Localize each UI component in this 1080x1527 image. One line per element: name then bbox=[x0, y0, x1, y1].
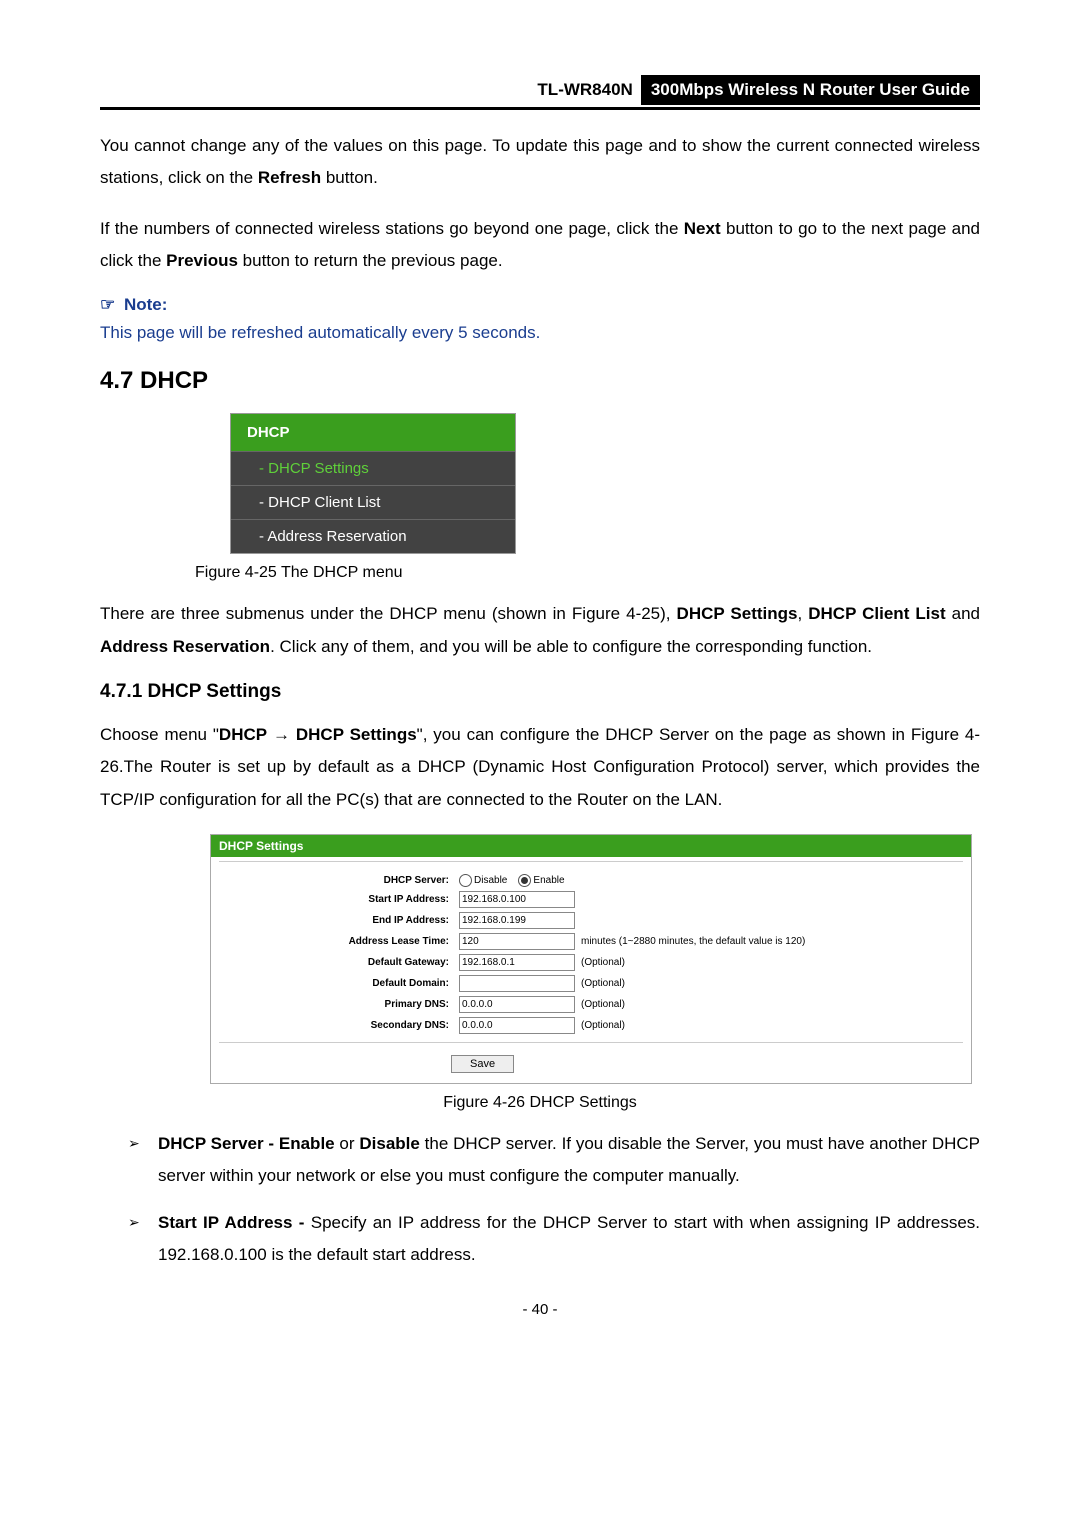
note-body: This page will be refreshed automaticall… bbox=[100, 317, 980, 349]
text: Choose menu " bbox=[100, 725, 219, 744]
hint-text: (Optional) bbox=[581, 999, 625, 1010]
paragraph: There are three submenus under the DHCP … bbox=[100, 598, 980, 663]
bullet-list: DHCP Server - Enable or Disable the DHCP… bbox=[100, 1128, 980, 1271]
figure-caption: Figure 4-25 The DHCP menu bbox=[195, 564, 980, 582]
hint-text: (Optional) bbox=[581, 978, 625, 989]
subsection-heading: 4.7.1 DHCP Settings bbox=[100, 681, 980, 703]
hint-text: minutes (1~2880 minutes, the default val… bbox=[581, 936, 805, 947]
start-ip-input[interactable] bbox=[459, 891, 575, 908]
text-bold: DHCP bbox=[219, 725, 267, 744]
settings-title: DHCP Settings bbox=[211, 835, 971, 857]
text-bold: Refresh bbox=[258, 168, 321, 187]
text: button to return the previous page. bbox=[238, 251, 503, 270]
radio-label: Disable bbox=[474, 875, 507, 886]
pointer-icon: ☞ bbox=[100, 295, 115, 314]
radio-disable[interactable] bbox=[459, 874, 472, 887]
save-button[interactable]: Save bbox=[451, 1055, 514, 1073]
figure-caption: Figure 4-26 DHCP Settings bbox=[100, 1094, 980, 1112]
text: , bbox=[798, 604, 809, 623]
page-header: TL-WR840N 300Mbps Wireless N Router User… bbox=[100, 75, 980, 110]
text: button. bbox=[321, 168, 378, 187]
menu-title: DHCP bbox=[231, 414, 515, 451]
text-bold: Next bbox=[684, 219, 721, 238]
field-label: Secondary DNS: bbox=[219, 1020, 459, 1031]
field-label: Default Gateway: bbox=[219, 957, 459, 968]
text: → bbox=[267, 725, 296, 744]
dhcp-settings-figure: DHCP Settings DHCP Server: Disable Enabl… bbox=[210, 834, 972, 1084]
text-bold: Start IP Address - bbox=[158, 1213, 304, 1232]
paragraph: Choose menu "DHCP → DHCP Settings", you … bbox=[100, 719, 980, 816]
dhcp-menu-figure: DHCP - DHCP Settings - DHCP Client List … bbox=[230, 413, 516, 554]
field-label: Default Domain: bbox=[219, 978, 459, 989]
text: or bbox=[335, 1134, 360, 1153]
list-item: Start IP Address - Specify an IP address… bbox=[128, 1207, 980, 1272]
text: and bbox=[946, 604, 980, 623]
note-label: Note: bbox=[124, 295, 167, 314]
page-number: - 40 - bbox=[100, 1301, 980, 1318]
radio-enable[interactable] bbox=[518, 874, 531, 887]
header-model: TL-WR840N bbox=[537, 80, 640, 100]
menu-item: - DHCP Client List bbox=[231, 485, 515, 519]
section-heading: 4.7 DHCP bbox=[100, 367, 980, 395]
paragraph: If the numbers of connected wireless sta… bbox=[100, 213, 980, 278]
text: . Click any of them, and you will be abl… bbox=[270, 637, 872, 656]
field-label: Start IP Address: bbox=[219, 894, 459, 905]
hint-text: (Optional) bbox=[581, 957, 625, 968]
field-label: End IP Address: bbox=[219, 915, 459, 926]
text-bold: DHCP Client List bbox=[808, 604, 945, 623]
domain-input[interactable] bbox=[459, 975, 575, 992]
text-bold: Previous bbox=[166, 251, 238, 270]
header-guide: 300Mbps Wireless N Router User Guide bbox=[641, 75, 980, 105]
text: If the numbers of connected wireless sta… bbox=[100, 219, 684, 238]
text: There are three submenus under the DHCP … bbox=[100, 604, 677, 623]
field-label: DHCP Server: bbox=[219, 875, 459, 886]
paragraph: You cannot change any of the values on t… bbox=[100, 130, 980, 195]
gateway-input[interactable] bbox=[459, 954, 575, 971]
note-heading: ☞ Note: bbox=[100, 295, 980, 315]
menu-item: - Address Reservation bbox=[231, 519, 515, 553]
secondary-dns-input[interactable] bbox=[459, 1017, 575, 1034]
field-value: Disable Enable bbox=[459, 874, 573, 887]
text-bold: DHCP Settings bbox=[296, 725, 417, 744]
field-label: Address Lease Time: bbox=[219, 936, 459, 947]
field-label: Primary DNS: bbox=[219, 999, 459, 1010]
hint-text: (Optional) bbox=[581, 1020, 625, 1031]
text-bold: DHCP Server - Enable bbox=[158, 1134, 335, 1153]
end-ip-input[interactable] bbox=[459, 912, 575, 929]
primary-dns-input[interactable] bbox=[459, 996, 575, 1013]
text-bold: Address Reservation bbox=[100, 637, 270, 656]
text: You cannot change any of the values on t… bbox=[100, 136, 980, 187]
list-item: DHCP Server - Enable or Disable the DHCP… bbox=[128, 1128, 980, 1193]
radio-label: Enable bbox=[533, 875, 564, 886]
menu-item: - DHCP Settings bbox=[231, 451, 515, 485]
lease-time-input[interactable] bbox=[459, 933, 575, 950]
text-bold: Disable bbox=[359, 1134, 419, 1153]
text-bold: DHCP Settings bbox=[677, 604, 798, 623]
